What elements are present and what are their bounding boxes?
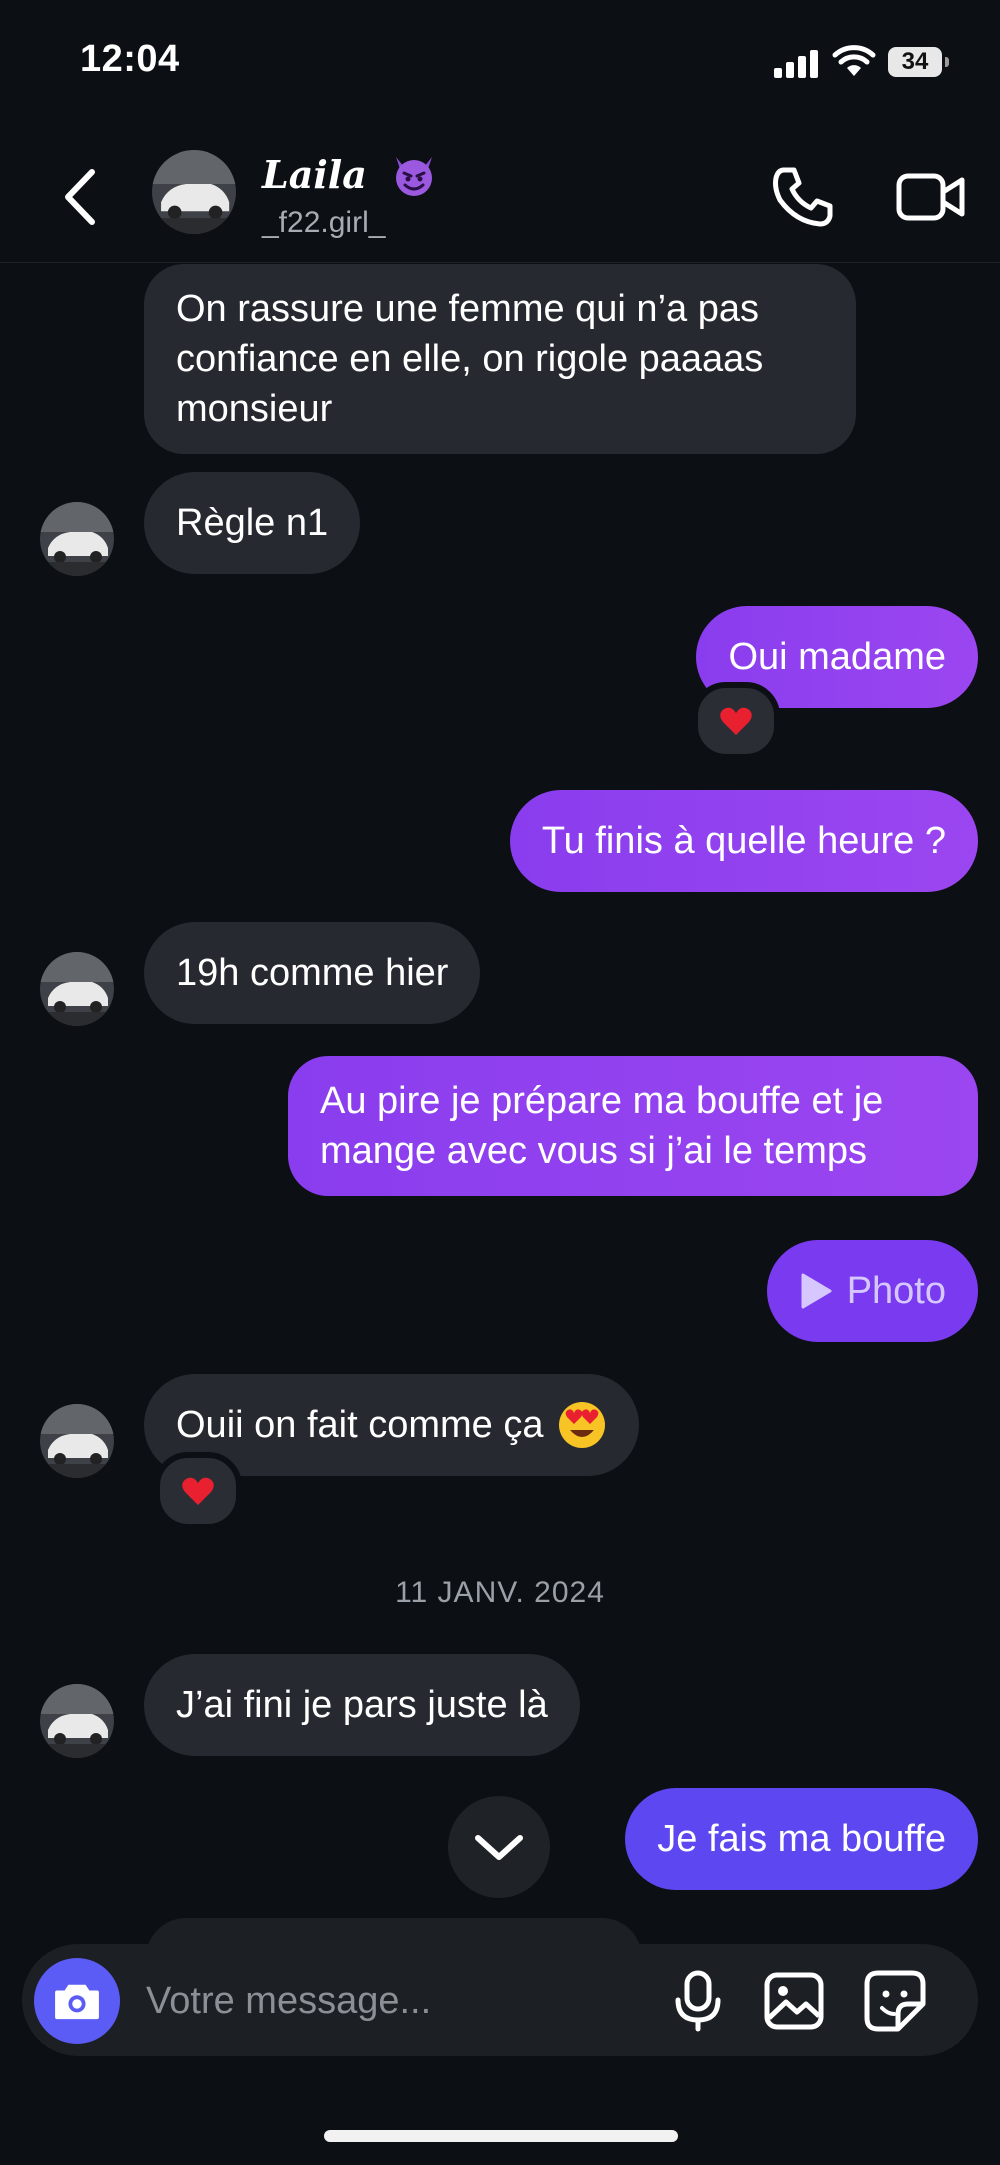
message-text: 19h comme hier [176, 952, 449, 994]
message-reaction[interactable] [692, 682, 780, 760]
message-text: Je fais ma bouffe [657, 1818, 946, 1860]
message-text: Règle n1 [176, 502, 329, 544]
message-input[interactable] [144, 1970, 648, 2032]
message-incoming[interactable]: On rassure une femme qui n’a pas confian… [144, 264, 856, 454]
chevron-down-icon [475, 1835, 523, 1860]
contact-avatar[interactable] [152, 150, 236, 234]
play-icon [801, 1273, 832, 1309]
message-incoming[interactable]: 19h comme hier [144, 922, 481, 1024]
photo-message[interactable]: Photo [766, 1240, 978, 1342]
camera-icon [55, 1984, 99, 2020]
red-heart-icon [182, 1477, 214, 1505]
message-composer [22, 1944, 978, 2056]
home-indicator[interactable] [324, 2130, 678, 2142]
wifi-icon [832, 45, 876, 76]
image-gallery-icon[interactable] [764, 1972, 824, 2030]
message-outgoing[interactable]: Tu finis à quelle heure ? [509, 790, 978, 892]
red-heart-icon [720, 707, 752, 735]
scroll-to-bottom-button[interactable] [448, 1796, 550, 1898]
phone-call-icon[interactable] [770, 164, 836, 230]
sender-avatar[interactable] [40, 1404, 114, 1478]
message-reaction[interactable] [154, 1452, 242, 1530]
battery-indicator: 34 [888, 47, 949, 77]
back-arrow-icon[interactable] [56, 164, 108, 230]
date-separator: 11 JANV. 2024 [395, 1576, 605, 1609]
contact-username[interactable]: _f22.girl_ [262, 206, 385, 240]
contact-name-text: Laila [262, 152, 367, 197]
message-outgoing[interactable]: Au pire je prépare ma bouffe et je mange… [288, 1056, 978, 1196]
heart-eyes-emoji-icon [559, 1402, 606, 1448]
contact-name[interactable]: Laila [262, 152, 438, 203]
message-text: On rassure une femme qui n’a pas confian… [176, 288, 764, 430]
video-call-icon[interactable] [896, 166, 966, 228]
microphone-icon[interactable] [670, 1970, 726, 2032]
message-incoming[interactable]: J’ai fini je pars juste là [144, 1654, 580, 1756]
message-text: Ouii on fait comme ça [176, 1404, 544, 1446]
message-text: Au pire je prépare ma bouffe et je mange… [320, 1080, 884, 1172]
sender-avatar[interactable] [40, 952, 114, 1026]
message-incoming[interactable]: Règle n1 [144, 472, 361, 574]
sticker-icon[interactable] [864, 1970, 926, 2032]
chat-screen: 12:04 34 Laila _f22.girl_ On rassure une… [0, 0, 1000, 2165]
message-text: Oui madame [728, 636, 946, 678]
chat-header: Laila _f22.girl_ [0, 130, 1000, 263]
sender-avatar[interactable] [40, 1684, 114, 1758]
smiling-devil-emoji-icon [396, 156, 433, 196]
cellular-signal-icon [774, 48, 822, 78]
message-text: J’ai fini je pars juste là [176, 1684, 548, 1726]
photo-label: Photo [846, 1270, 946, 1312]
status-time: 12:04 [80, 38, 180, 80]
message-outgoing[interactable]: Je fais ma bouffe [625, 1788, 978, 1890]
sender-avatar[interactable] [40, 502, 114, 576]
message-text: Tu finis à quelle heure ? [541, 820, 946, 862]
camera-button[interactable] [34, 1958, 120, 2044]
